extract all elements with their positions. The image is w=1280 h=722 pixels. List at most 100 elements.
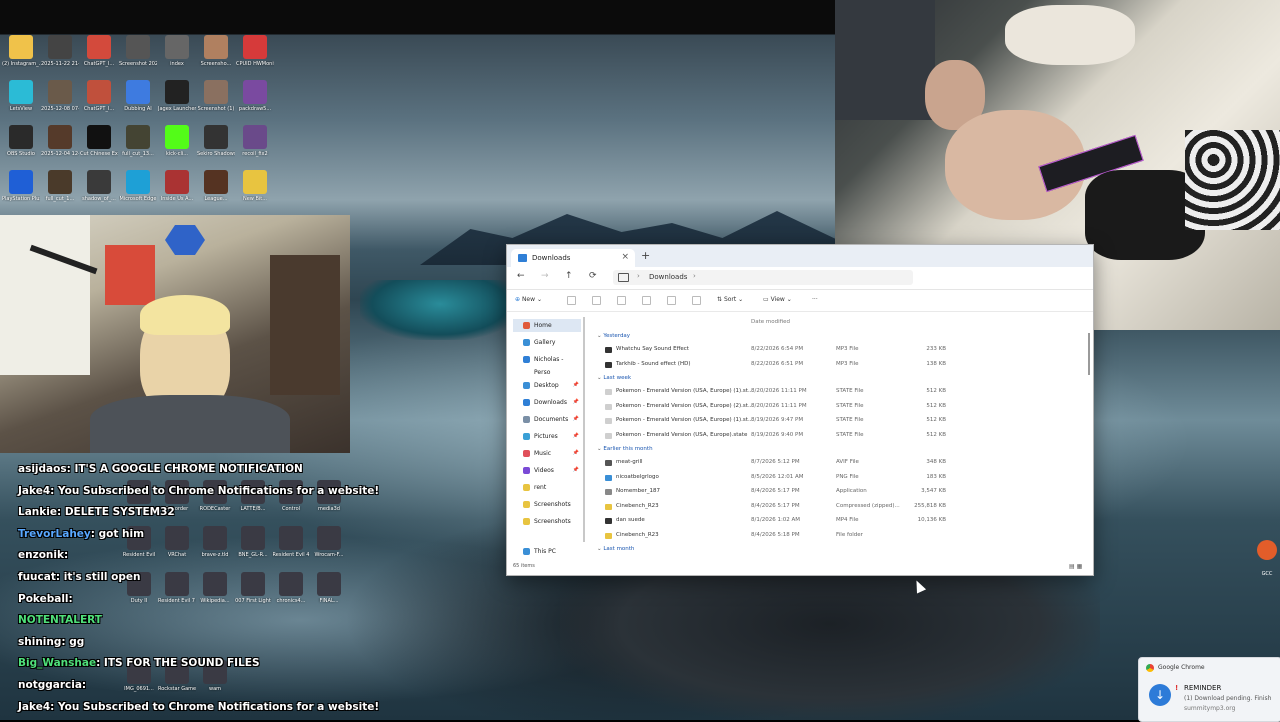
sidebar-item[interactable]: rent <box>513 481 581 494</box>
desktop-icon-label: Screenshot 2026-08-... <box>119 61 157 67</box>
path-breadcrumb[interactable]: › Downloads › <box>613 270 913 285</box>
desktop-icon[interactable]: Cut Chinese Excellence... <box>80 125 118 157</box>
column-date-modified[interactable]: Date modified <box>751 319 790 325</box>
chrome-notification[interactable]: Google Chrome ↓ ! REMINDER (1) Download … <box>1138 657 1280 722</box>
tab-downloads[interactable]: Downloads × <box>511 249 635 267</box>
forward-arrow-icon[interactable]: → <box>541 271 549 281</box>
sidebar-item[interactable]: Music 📌 <box>513 447 581 460</box>
view-button[interactable]: ▭ View ⌄ <box>763 296 792 303</box>
paste-icon[interactable] <box>617 296 626 307</box>
sidebar-item[interactable]: Videos 📌 <box>513 464 581 477</box>
sidebar-item[interactable]: Screenshots <box>513 498 581 511</box>
group-header[interactable]: Last month <box>597 546 634 552</box>
view-toggle-buttons[interactable]: ▤ ▦ <box>1069 563 1082 570</box>
file-explorer-window[interactable]: Downloads × + ← → ↑ ⟳ › Downloads › ⊕ Ne… <box>506 244 1094 576</box>
desktop-icon[interactable]: Wrocam-F... <box>310 526 348 558</box>
desktop-icon[interactable]: Screenshot (1) <box>197 80 235 112</box>
desktop-icon[interactable]: VRChat <box>158 526 196 558</box>
desktop-icon[interactable]: 007 First Light <box>234 572 272 604</box>
desktop-icon[interactable]: OBS Studio <box>2 125 40 157</box>
group-header[interactable]: Last week <box>597 375 631 381</box>
close-tab-icon[interactable]: × <box>621 252 629 262</box>
share-icon[interactable] <box>667 296 676 307</box>
chrome-icon <box>1146 664 1154 672</box>
video-thumb-icon <box>48 170 72 194</box>
new-tab-button[interactable]: + <box>641 249 650 262</box>
rename-icon[interactable] <box>642 296 651 307</box>
desktop-icon[interactable]: full_cut_13... <box>119 125 157 157</box>
desktop-icon[interactable]: Inside Us A... <box>158 170 196 202</box>
breadcrumb-downloads[interactable]: Downloads <box>649 273 687 281</box>
file-row[interactable]: Pokemon - Emerald Version (USA, Europe) … <box>591 386 1087 398</box>
sidebar-item[interactable]: This PC <box>513 545 581 558</box>
desktop-icon[interactable]: Microsoft Edge <box>119 170 157 202</box>
sidebar-item[interactable]: Screenshots <box>513 515 581 528</box>
desktop-icon[interactable]: shadow_of_... <box>80 170 118 202</box>
cut-icon[interactable] <box>567 296 576 307</box>
sidebar-item-label: Documents <box>534 416 569 423</box>
desktop-icon[interactable]: (2) Instagram_... <box>2 35 40 67</box>
back-arrow-icon[interactable]: ← <box>517 271 525 281</box>
file-list-scrollbar[interactable] <box>1088 333 1090 375</box>
desktop-icon[interactable]: BNE_GL-R... <box>234 526 272 558</box>
desktop-icon[interactable]: brave-z.tld <box>196 526 234 558</box>
file-row[interactable]: Cinebench_R23 8/4/2026 5:18 PM File folder <box>591 530 1087 542</box>
desktop-icon[interactable]: New Bit... <box>236 170 274 202</box>
more-options-icon[interactable]: ··· <box>812 296 818 303</box>
file-row[interactable]: meat-grill 8/7/2026 5:12 PM AVIF File 348 K… <box>591 457 1087 469</box>
sidebar-item[interactable]: Documents 📌 <box>513 413 581 426</box>
file-row[interactable]: Pokemon - Emerald Version (USA, Europe).… <box>591 430 1087 442</box>
file-row[interactable]: Pokemon - Emerald Version (USA, Europe) … <box>591 401 1087 413</box>
sidebar-item[interactable]: Desktop 📌 <box>513 379 581 392</box>
sidebar-item[interactable]: Gallery <box>513 336 581 349</box>
desktop-icon[interactable]: 2025-12-08 07-31-23 <box>41 80 79 112</box>
desktop-icon[interactable]: ChatGPT_I... <box>80 35 118 67</box>
desktop-icon[interactable]: Wikipedia... <box>196 572 234 604</box>
desktop-icon[interactable]: chronics4... <box>272 572 310 604</box>
sidebar-item[interactable]: Nicholas - Perso <box>513 353 581 376</box>
sidebar-item[interactable]: Downloads 📌 <box>513 396 581 409</box>
desktop-icon[interactable]: League... <box>197 170 235 202</box>
new-button[interactable]: ⊕ New ⌄ <box>515 296 542 303</box>
file-row[interactable]: Nomember_187 8/4/2026 5:17 PM Application 3… <box>591 486 1087 498</box>
sort-button[interactable]: ⇅ Sort ⌄ <box>717 296 743 303</box>
desktop-icon[interactable]: Dubbing AI <box>119 80 157 112</box>
desktop-icon-label: (2) Instagram_... <box>2 61 40 67</box>
desktop-icon[interactable]: Resident Evil 4 <box>272 526 310 558</box>
explorer-titlebar[interactable]: Downloads × + <box>507 245 1093 267</box>
sidebar-item[interactable]: Pictures 📌 <box>513 430 581 443</box>
file-row[interactable]: dan suede 8/1/2026 1:02 AM MP4 File 10,136 … <box>591 515 1087 527</box>
file-row[interactable]: Whatchu Say Sound Effect 8/22/2026 6:54 P… <box>591 344 1087 356</box>
group-header[interactable]: Yesterday <box>597 333 630 339</box>
refresh-icon[interactable]: ⟳ <box>589 271 597 281</box>
up-arrow-icon[interactable]: ↑ <box>565 271 573 281</box>
sidebar-item-label: Nicholas - Perso <box>534 356 564 376</box>
desktop-icon[interactable]: CPUID HWMonitor <box>236 35 274 67</box>
nav-pane-scrollbar[interactable] <box>583 317 585 542</box>
desktop-icon[interactable]: kick-cli... <box>158 125 196 157</box>
desktop-icon[interactable]: Resident Evil 7 Biohazard <box>158 572 196 604</box>
desktop-icon[interactable]: Screensho... <box>197 35 235 67</box>
delete-icon[interactable] <box>692 296 701 307</box>
desktop-icon[interactable]: 2025-11-22 21-19-46 <box>41 35 79 67</box>
desktop-icon[interactable]: packdraw5... <box>236 80 274 112</box>
desktop-icon[interactable]: Jagex Launcher <box>158 80 196 112</box>
sidebar-item[interactable]: Home <box>513 319 581 332</box>
desktop-icon[interactable]: FINAL... <box>310 572 348 604</box>
desktop-icon-gcc[interactable]: GCC <box>1256 540 1278 577</box>
file-row[interactable]: Tarkhib - Sound effect (HD) 8/22/2026 6:5… <box>591 359 1087 371</box>
desktop-icon[interactable]: index <box>158 35 196 67</box>
desktop-icon[interactable]: Screenshot 2026-08-... <box>119 35 157 67</box>
desktop-icon[interactable]: 2025-12-04 12-43-41 <box>41 125 79 157</box>
desktop-icon[interactable]: ChatGPT_I... <box>80 80 118 112</box>
desktop-icon[interactable]: PlayStation Plus <box>2 170 40 202</box>
file-row[interactable]: Pokemon - Emerald Version (USA, Europe) … <box>591 415 1087 427</box>
file-row[interactable]: Cinebench_R23 8/4/2026 5:17 PM Compressed … <box>591 501 1087 513</box>
desktop-icon[interactable]: full_cut_1... <box>41 170 79 202</box>
group-header[interactable]: Earlier this month <box>597 446 652 452</box>
desktop-icon[interactable]: LetsView <box>2 80 40 112</box>
file-row[interactable]: nicoatbelgrlogo 8/5/2026 12:01 AM PNG File… <box>591 472 1087 484</box>
copy-icon[interactable] <box>592 296 601 307</box>
desktop-icon[interactable]: Sekiro Shadows Die... <box>197 125 235 157</box>
desktop-icon[interactable]: recoil_fix2 <box>236 125 274 157</box>
